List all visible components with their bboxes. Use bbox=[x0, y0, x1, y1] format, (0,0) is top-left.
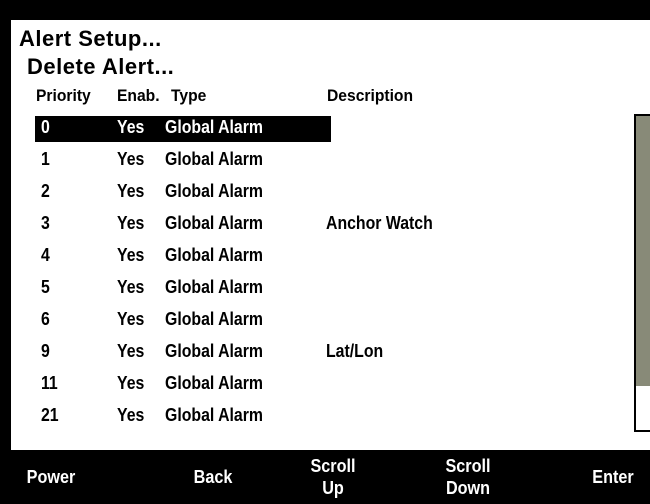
enabled-cell: Yes bbox=[117, 341, 145, 361]
enabled-cell: Yes bbox=[117, 309, 145, 329]
scroll-down-button[interactable]: Scroll Down bbox=[427, 450, 510, 504]
type-cell: Global Alarm bbox=[165, 373, 263, 393]
table-row[interactable]: 6 Yes Global Alarm bbox=[35, 308, 331, 334]
column-header-type: Type bbox=[171, 86, 207, 105]
enabled-cell: Yes bbox=[117, 245, 145, 265]
power-label: Power bbox=[26, 467, 76, 487]
type-cell: Global Alarm bbox=[165, 213, 263, 233]
display-screen: Alert Setup... Delete Alert... Priority … bbox=[11, 20, 650, 450]
priority-cell: 1 bbox=[41, 149, 50, 169]
scroll-down-label-line1: Scroll bbox=[445, 456, 491, 476]
device-frame: Alert Setup... Delete Alert... Priority … bbox=[0, 0, 650, 504]
table-row[interactable]: 0 Yes Global Alarm bbox=[35, 116, 331, 142]
enter-label: Enter bbox=[592, 467, 634, 487]
table-row[interactable]: 21 Yes Global Alarm bbox=[35, 404, 331, 430]
scrollbar[interactable] bbox=[634, 114, 650, 432]
table-row[interactable]: 9 Yes Global Alarm bbox=[35, 340, 331, 366]
type-cell: Global Alarm bbox=[165, 405, 263, 425]
priority-cell: 21 bbox=[41, 405, 59, 425]
type-cell: Global Alarm bbox=[165, 341, 263, 361]
power-button[interactable]: Power bbox=[12, 450, 89, 504]
type-cell: Global Alarm bbox=[165, 309, 263, 329]
softkey-bar: Power Back Scroll Up Scroll Down Enter bbox=[0, 450, 650, 504]
description-cell: Lat/Lon bbox=[326, 341, 384, 361]
table-row[interactable]: 3 Yes Global Alarm bbox=[35, 212, 331, 238]
priority-cell: 0 bbox=[41, 117, 50, 137]
type-cell: Global Alarm bbox=[165, 181, 263, 201]
page-title: Alert Setup... bbox=[19, 26, 162, 51]
priority-cell: 11 bbox=[41, 373, 58, 393]
back-button[interactable]: Back bbox=[174, 450, 251, 504]
scroll-up-label-line2: Up bbox=[322, 478, 344, 498]
priority-cell: 6 bbox=[41, 309, 50, 329]
type-cell: Global Alarm bbox=[165, 277, 263, 297]
page-subtitle: Delete Alert... bbox=[27, 54, 175, 79]
scroll-up-button[interactable]: Scroll Up bbox=[294, 450, 371, 504]
scrollbar-thumb[interactable] bbox=[636, 116, 650, 387]
column-header-enabled: Enab. bbox=[117, 86, 160, 105]
table-row[interactable]: 4 Yes Global Alarm bbox=[35, 244, 331, 270]
priority-cell: 5 bbox=[41, 277, 50, 297]
column-header-priority: Priority bbox=[36, 86, 91, 105]
priority-cell: 9 bbox=[41, 341, 50, 361]
column-header-description: Description bbox=[327, 86, 414, 105]
enabled-cell: Yes bbox=[117, 149, 145, 169]
enabled-cell: Yes bbox=[117, 213, 145, 233]
priority-cell: 2 bbox=[41, 181, 50, 201]
priority-cell: 3 bbox=[41, 213, 50, 233]
enabled-cell: Yes bbox=[117, 117, 145, 137]
enabled-cell: Yes bbox=[117, 405, 145, 425]
description-cell: Anchor Watch bbox=[326, 213, 433, 233]
back-label: Back bbox=[193, 467, 233, 487]
enabled-cell: Yes bbox=[117, 181, 145, 201]
type-cell: Global Alarm bbox=[165, 149, 263, 169]
table-row[interactable]: 5 Yes Global Alarm bbox=[35, 276, 331, 302]
table-row[interactable]: 1 Yes Global Alarm bbox=[35, 148, 331, 174]
enabled-cell: Yes bbox=[117, 373, 145, 393]
priority-cell: 4 bbox=[41, 245, 50, 265]
scroll-down-label-line2: Down bbox=[445, 478, 491, 498]
type-cell: Global Alarm bbox=[165, 245, 263, 265]
enter-button[interactable]: Enter bbox=[582, 450, 645, 504]
table-row[interactable]: 2 Yes Global Alarm bbox=[35, 180, 331, 206]
table-row[interactable]: 11 Yes Global Alarm bbox=[35, 372, 331, 398]
enabled-cell: Yes bbox=[117, 277, 145, 297]
scroll-up-label-line1: Scroll bbox=[310, 456, 356, 476]
type-cell: Global Alarm bbox=[165, 117, 263, 137]
